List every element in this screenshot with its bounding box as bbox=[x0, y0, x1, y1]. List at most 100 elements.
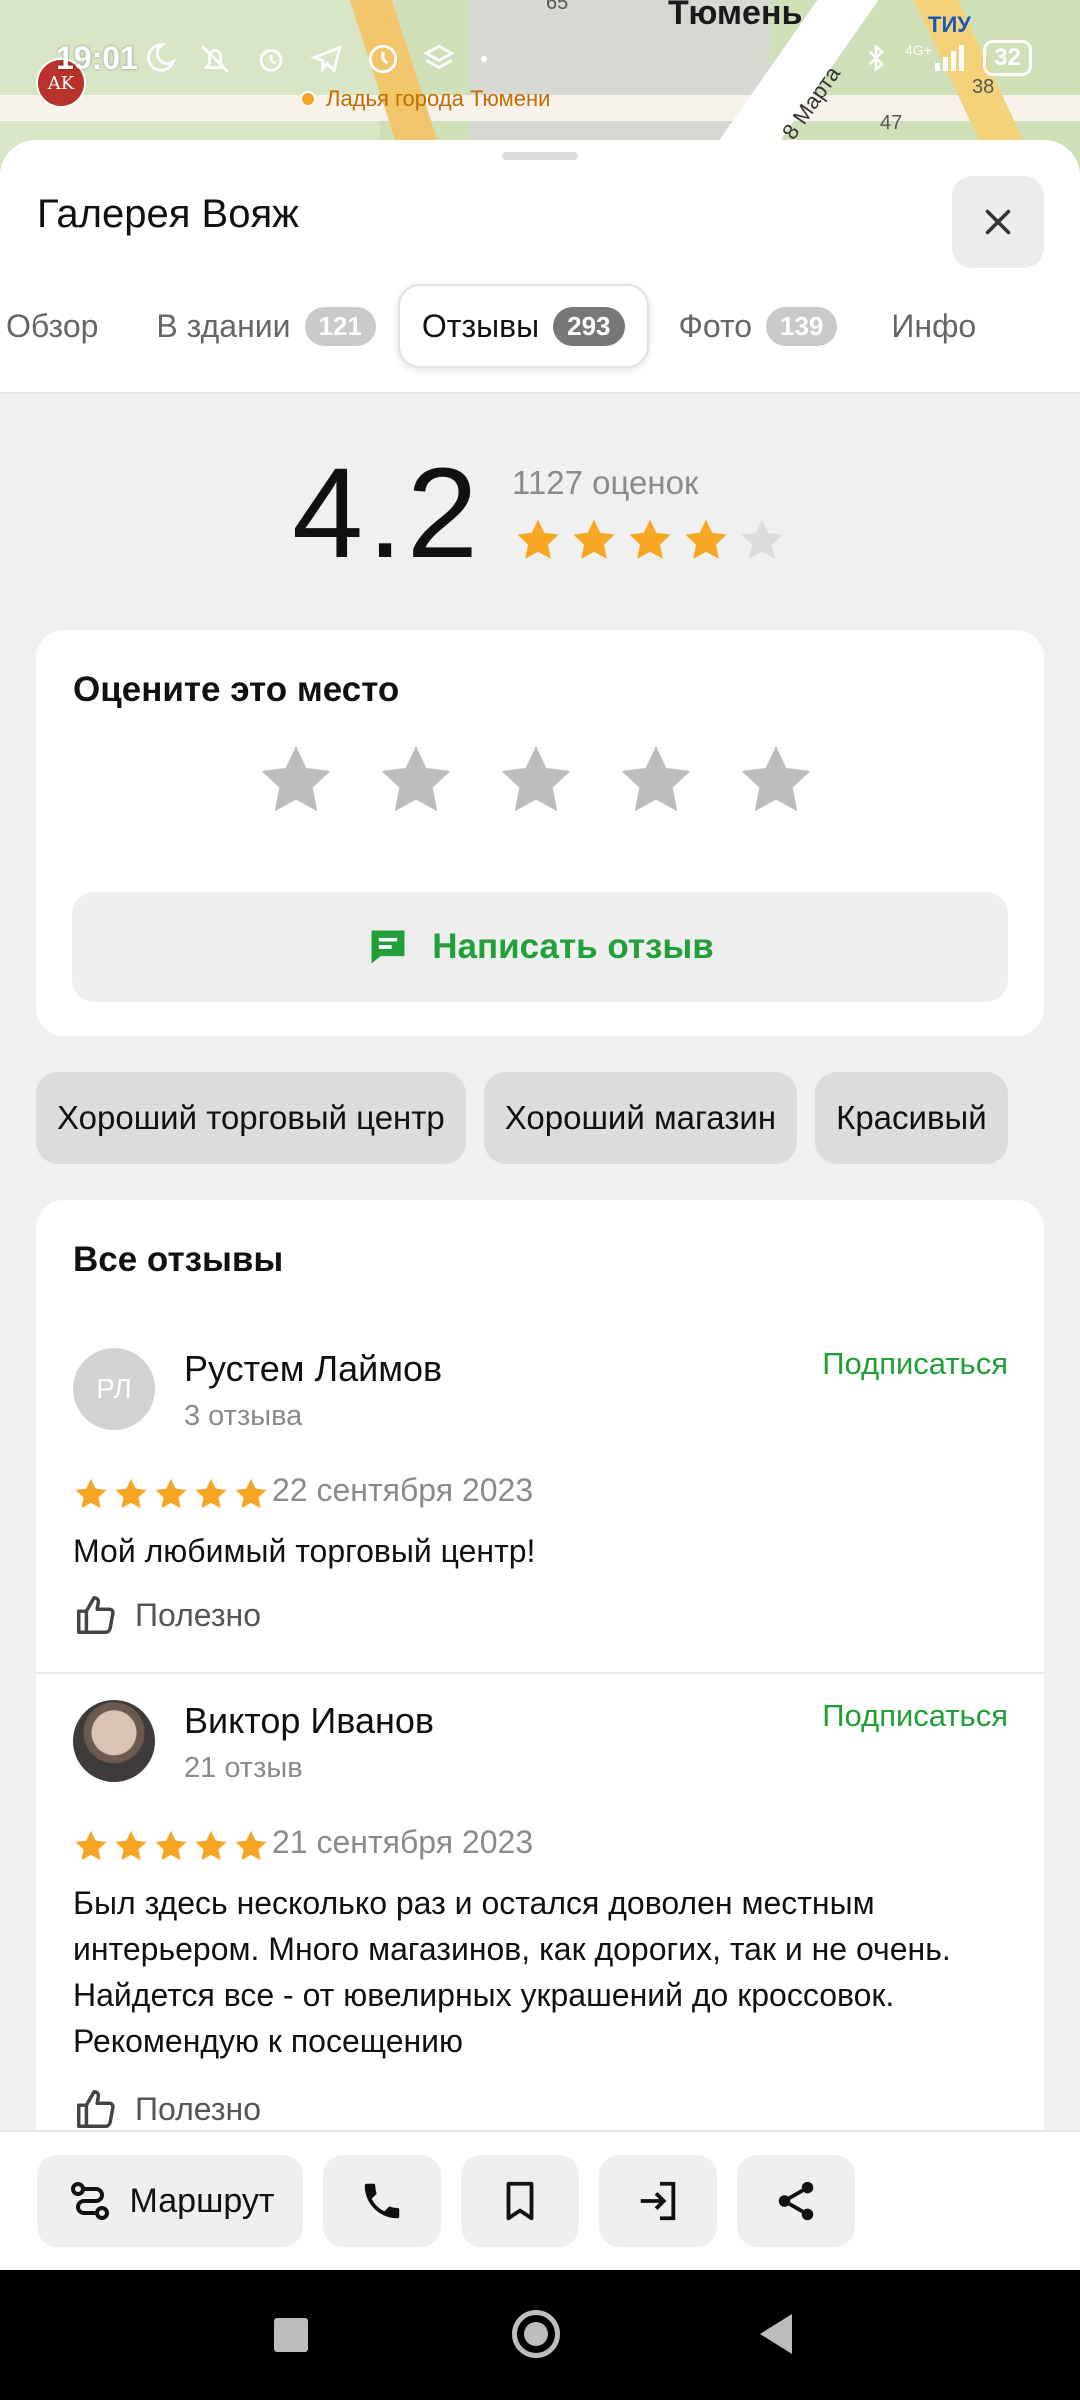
tab-label: Инфо bbox=[891, 307, 977, 344]
useful-label: Полезно bbox=[135, 2090, 261, 2127]
tab-label: В здании bbox=[156, 307, 291, 344]
reviewer-review-count: 3 отзыва bbox=[184, 1400, 303, 1432]
review-date: 22 сентября 2023 bbox=[272, 1472, 534, 1508]
review-text: Был здесь несколько раз и остался доволе… bbox=[73, 1885, 951, 2059]
tab-reviews[interactable]: Отзывы 293 bbox=[397, 284, 649, 368]
network-type: 4G+ bbox=[905, 42, 932, 58]
route-icon bbox=[70, 2182, 109, 2220]
review-date: 21 сентября 2023 bbox=[272, 1824, 534, 1860]
enter-button[interactable] bbox=[599, 2155, 717, 2247]
ratings-count: 1127 оценок bbox=[512, 464, 699, 501]
tab-label: Обзор bbox=[6, 307, 99, 344]
tab-bar: Обзор В здании 121 Отзывы 293 Фото 139 И… bbox=[0, 284, 1080, 368]
tab-info[interactable]: Инфо bbox=[869, 284, 998, 368]
rate-star-icon[interactable] bbox=[496, 740, 576, 820]
review-stars bbox=[73, 1828, 269, 1864]
rate-star-icon[interactable] bbox=[376, 740, 456, 820]
write-review-label: Написать отзыв bbox=[432, 927, 714, 966]
avatar[interactable] bbox=[73, 1700, 155, 1782]
alarm-icon bbox=[259, 49, 283, 72]
tag-chip[interactable]: Красивый bbox=[815, 1072, 1008, 1164]
call-button[interactable] bbox=[323, 2155, 441, 2247]
sheet-header: Галерея Вояж Обзор В здании 121 Отзывы 2… bbox=[0, 140, 1080, 394]
reviews-card: Все отзывы РЛ Рустем Лаймов 3 отзыва Под… bbox=[36, 1200, 1044, 2275]
rate-star-icon[interactable] bbox=[736, 740, 816, 820]
reviews-title: Все отзывы bbox=[73, 1240, 284, 1279]
tab-count-badge: 139 bbox=[766, 306, 838, 346]
useful-label: Полезно bbox=[135, 1596, 261, 1633]
route-button[interactable]: Маршрут bbox=[37, 2155, 303, 2247]
bluetooth-icon bbox=[869, 44, 885, 72]
system-nav-bar bbox=[0, 2270, 1080, 2400]
back-button[interactable] bbox=[760, 2314, 792, 2354]
star-icon bbox=[115, 1830, 147, 1861]
star-icon bbox=[155, 1478, 187, 1509]
bookmark-button[interactable] bbox=[461, 2155, 579, 2247]
more-notifications-icon bbox=[481, 56, 487, 62]
tab-in-building[interactable]: В здании 121 bbox=[134, 284, 397, 368]
review-tags: Хороший торговый центр Хороший магазин К… bbox=[36, 1072, 1008, 1164]
phone-icon bbox=[364, 2183, 400, 2219]
average-rating: 4.2 bbox=[292, 442, 482, 585]
rate-place-card: Оцените это место Написать отзыв bbox=[36, 630, 1044, 1036]
review-stars bbox=[73, 1476, 269, 1512]
rate-star-icon[interactable] bbox=[256, 740, 336, 820]
clock-icon bbox=[368, 44, 398, 74]
star-icon bbox=[195, 1830, 227, 1861]
useful-button[interactable]: Полезно bbox=[73, 2086, 261, 2132]
map-house-number: 65 bbox=[546, 0, 569, 14]
star-icon bbox=[741, 519, 783, 559]
place-sheet: Галерея Вояж Обзор В здании 121 Отзывы 2… bbox=[0, 140, 1080, 2275]
mute-icon bbox=[201, 45, 229, 73]
signal-icon: 4G+ bbox=[905, 42, 965, 71]
route-label: Маршрут bbox=[129, 2181, 275, 2220]
star-icon bbox=[235, 1478, 267, 1509]
home-button[interactable] bbox=[512, 2310, 560, 2358]
map-house-number: 47 bbox=[880, 112, 903, 134]
tab-photos[interactable]: Фото 139 bbox=[657, 284, 860, 368]
share-icon bbox=[778, 2181, 814, 2221]
thumbs-up-icon bbox=[77, 2090, 115, 2128]
tab-count-badge: 121 bbox=[304, 306, 376, 346]
tab-label: Фото bbox=[678, 307, 753, 344]
review-item: РЛ Рустем Лаймов 3 отзыва Подписаться 22… bbox=[36, 1324, 1044, 1674]
share-button[interactable] bbox=[737, 2155, 855, 2247]
summary-stars bbox=[514, 516, 786, 564]
bookmark-icon bbox=[506, 2181, 534, 2221]
avatar[interactable]: РЛ bbox=[73, 1348, 155, 1430]
reviewer-review-count: 21 отзыв bbox=[184, 1752, 303, 1784]
write-review-button[interactable]: Написать отзыв bbox=[72, 892, 1008, 1002]
tag-chip[interactable]: Хороший магазин bbox=[483, 1072, 798, 1164]
star-icon bbox=[155, 1830, 187, 1861]
telegram-icon bbox=[310, 45, 342, 74]
star-icon bbox=[573, 519, 615, 559]
map-poi-label: ТИУ bbox=[928, 12, 971, 37]
thumbs-up-icon bbox=[77, 1596, 115, 1634]
tab-overview[interactable]: Обзор bbox=[0, 284, 120, 368]
star-icon bbox=[629, 519, 671, 559]
tab-count-badge: 293 bbox=[553, 306, 625, 346]
tag-chip[interactable]: Хороший торговый центр bbox=[36, 1072, 466, 1164]
status-time: 19:01 bbox=[56, 40, 138, 76]
reviewer-name[interactable]: Виктор Иванов bbox=[184, 1700, 434, 1742]
useful-button[interactable]: Полезно bbox=[73, 1592, 261, 1638]
close-button[interactable] bbox=[952, 176, 1044, 268]
star-icon bbox=[115, 1478, 147, 1509]
tab-label: Отзывы bbox=[421, 307, 540, 344]
map-place-pin-icon bbox=[300, 91, 316, 107]
moon-icon bbox=[146, 43, 176, 72]
rate-stars-input bbox=[256, 740, 816, 820]
layers-icon bbox=[423, 44, 455, 70]
map-place-label[interactable]: Ладья города Тюмени bbox=[300, 86, 550, 112]
recent-apps-button[interactable] bbox=[274, 2318, 308, 2352]
rate-star-icon[interactable] bbox=[616, 740, 696, 820]
follow-button[interactable]: Подписаться bbox=[822, 1346, 1008, 1382]
rating-summary: 4.2 1127 оценок bbox=[0, 440, 1080, 610]
sheet-grabber[interactable] bbox=[502, 152, 578, 160]
star-icon bbox=[517, 519, 559, 559]
follow-button[interactable]: Подписаться bbox=[822, 1698, 1008, 1734]
star-icon bbox=[75, 1478, 107, 1509]
comment-icon bbox=[371, 930, 405, 964]
star-icon bbox=[685, 519, 727, 559]
reviewer-name[interactable]: Рустем Лаймов bbox=[184, 1348, 442, 1390]
